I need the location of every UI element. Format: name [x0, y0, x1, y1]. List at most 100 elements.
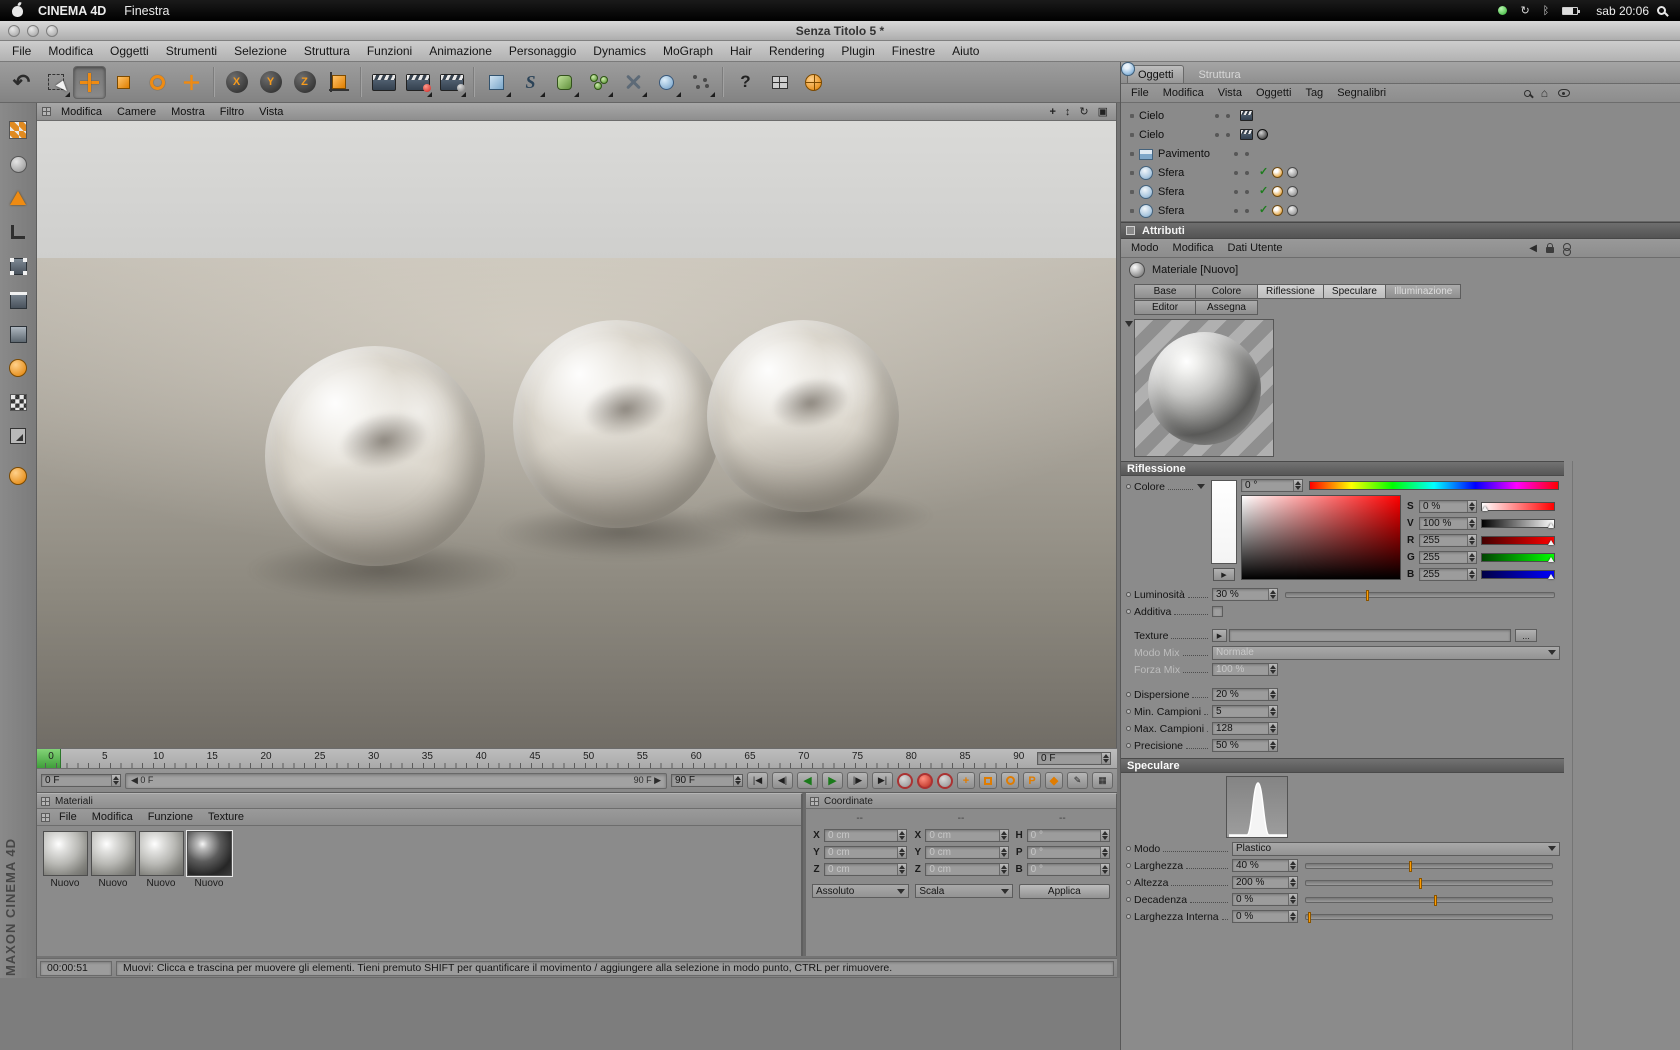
anim-bullet[interactable]	[1126, 897, 1131, 902]
rotate-view-icon[interactable]: ↻	[1079, 105, 1088, 118]
add-nurbs-button[interactable]	[548, 66, 581, 99]
make-editable-button[interactable]	[5, 117, 31, 143]
forza-mix-value[interactable]: 100 %	[1213, 664, 1268, 675]
r-field[interactable]: 255	[1419, 534, 1477, 547]
material-tag-icon[interactable]	[1257, 129, 1268, 140]
texture-mode-button[interactable]	[5, 185, 31, 211]
help-button[interactable]: ?	[729, 66, 762, 99]
scene-sphere-3[interactable]	[707, 320, 899, 512]
menu-funzioni[interactable]: Funzioni	[367, 44, 412, 58]
menu-aiuto[interactable]: Aiuto	[952, 44, 979, 58]
visibility-dots[interactable]	[1234, 170, 1249, 175]
precisione-value[interactable]: 50 %	[1213, 740, 1268, 751]
end-frame-field[interactable]: 90 F	[671, 774, 743, 787]
hue-bar[interactable]	[1309, 481, 1559, 490]
tab-riflessione[interactable]: Riflessione	[1258, 284, 1324, 299]
stepper-arrows[interactable]	[111, 775, 120, 786]
check-tag-icon[interactable]: ✓	[1259, 186, 1268, 197]
v-slider[interactable]	[1481, 519, 1555, 528]
anim-bullet[interactable]	[1126, 743, 1131, 748]
record-position-button[interactable]: +	[957, 772, 975, 789]
render-active-button[interactable]	[401, 66, 434, 99]
window-titlebar[interactable]: Senza Titolo 5 *	[0, 21, 1680, 41]
scale-y-value[interactable]: 0 cm	[926, 847, 998, 858]
attr-menu-dati-utente[interactable]: Dati Utente	[1228, 242, 1283, 254]
r-slider[interactable]	[1481, 536, 1555, 545]
vp-menu-vista[interactable]: Vista	[259, 106, 283, 118]
spotlight-icon[interactable]	[1657, 6, 1666, 15]
scene-sphere-2[interactable]	[513, 320, 721, 528]
b-value[interactable]: 255	[1420, 569, 1467, 580]
edges-mode-button[interactable]	[5, 287, 31, 313]
v-field[interactable]: 100 %	[1419, 517, 1477, 530]
menu-file[interactable]: File	[12, 44, 31, 58]
anim-bullet[interactable]	[1126, 692, 1131, 697]
compositing-tag-icon[interactable]	[1240, 110, 1253, 121]
apple-menu-icon[interactable]	[12, 4, 24, 17]
material-item-selected[interactable]: Nuovo	[185, 830, 233, 889]
menu-dynamics[interactable]: Dynamics	[593, 44, 646, 58]
pos-z-field[interactable]: 0 cm	[824, 863, 908, 876]
om-menu-oggetti[interactable]: Oggetti	[1256, 87, 1291, 99]
add-particles-button[interactable]	[684, 66, 717, 99]
keyframe-mode-button[interactable]	[937, 772, 953, 789]
saturation-value-box[interactable]	[1241, 495, 1401, 580]
object-axis-button[interactable]	[5, 463, 31, 489]
larghezza-interna-field[interactable]: 0 %	[1232, 910, 1298, 923]
add-spline-button[interactable]: S	[514, 66, 547, 99]
panel-menu-icon[interactable]	[41, 796, 50, 806]
object-row-sfera-1[interactable]: Sfera ✓	[1121, 163, 1680, 182]
tab-colore[interactable]: Colore	[1196, 284, 1258, 299]
go-end-button[interactable]: ▶|	[872, 772, 893, 789]
menu-finestre[interactable]: Finestre	[892, 44, 935, 58]
menu-oggetti[interactable]: Oggetti	[110, 44, 149, 58]
range-start-label[interactable]: ◀ 0 F	[131, 775, 153, 786]
speculare-section-header[interactable]: Speculare	[1121, 758, 1564, 773]
material-name[interactable]: Materiale [Nuovo]	[1152, 264, 1238, 276]
pos-x-field[interactable]: 0 cm	[824, 829, 908, 842]
additiva-checkbox[interactable]	[1212, 606, 1223, 617]
material-item[interactable]: Nuovo	[138, 831, 184, 889]
add-scene-button[interactable]	[650, 66, 683, 99]
material-label[interactable]: Nuovo	[147, 878, 176, 889]
decadenza-slider[interactable]	[1305, 894, 1553, 906]
keyframe-selection-button[interactable]: ◆	[1045, 772, 1063, 789]
vp-menu-modifica[interactable]: Modifica	[61, 106, 102, 118]
object-name[interactable]: Cielo	[1139, 110, 1215, 122]
anim-bullet[interactable]	[1126, 609, 1131, 614]
record-scale-button[interactable]	[979, 772, 997, 789]
object-name[interactable]: Sfera	[1158, 167, 1234, 179]
om-menu-vista[interactable]: Vista	[1218, 87, 1242, 99]
viewport-grip-icon[interactable]	[42, 107, 51, 116]
bluetooth-icon[interactable]: ᛒ	[1543, 5, 1550, 17]
lock-x-button[interactable]: X	[220, 66, 253, 99]
next-frame-button[interactable]: |▶	[847, 772, 868, 789]
anim-bullet[interactable]	[1126, 709, 1131, 714]
pos-x-value[interactable]: 0 cm	[825, 830, 897, 841]
timeline-ruler[interactable]: 0 5 10 15 20 25 30 35 40 45 50 55 60 65 …	[37, 748, 1117, 769]
altezza-value[interactable]: 200 %	[1233, 877, 1288, 888]
scale-x-value[interactable]: 0 cm	[926, 830, 998, 841]
material-item[interactable]: Nuovo	[90, 831, 136, 889]
link-icon[interactable]	[1563, 242, 1571, 256]
anim-bullet[interactable]	[1126, 484, 1131, 489]
object-name[interactable]: Sfera	[1158, 205, 1234, 217]
larghezza-field[interactable]: 40 %	[1232, 859, 1298, 872]
prev-frame-button[interactable]: ◀|	[772, 772, 793, 789]
apply-button[interactable]: Applica	[1018, 884, 1110, 899]
material-thumbnail[interactable]	[185, 830, 233, 877]
sync-icon[interactable]: ↻	[1520, 4, 1529, 17]
tab-assegna[interactable]: Assegna	[1196, 300, 1258, 315]
lock-y-button[interactable]: Y	[254, 66, 287, 99]
snap-settings-button[interactable]	[5, 423, 31, 449]
luminosita-field[interactable]: 30 %	[1212, 588, 1278, 601]
add-primitive-button[interactable]	[480, 66, 513, 99]
scale-dropdown[interactable]: Scala	[915, 884, 1013, 898]
toggle-view-icon[interactable]: ▣	[1098, 105, 1108, 118]
scale-y-field[interactable]: 0 cm	[925, 846, 1009, 859]
larghezza-value[interactable]: 40 %	[1233, 860, 1288, 871]
rot-h-value[interactable]: 0 °	[1028, 830, 1100, 841]
dolly-view-icon[interactable]: ↕	[1065, 106, 1071, 118]
play-backward-button[interactable]: ◀	[797, 772, 818, 789]
object-row-cielo-2[interactable]: Cielo	[1121, 62, 1680, 144]
